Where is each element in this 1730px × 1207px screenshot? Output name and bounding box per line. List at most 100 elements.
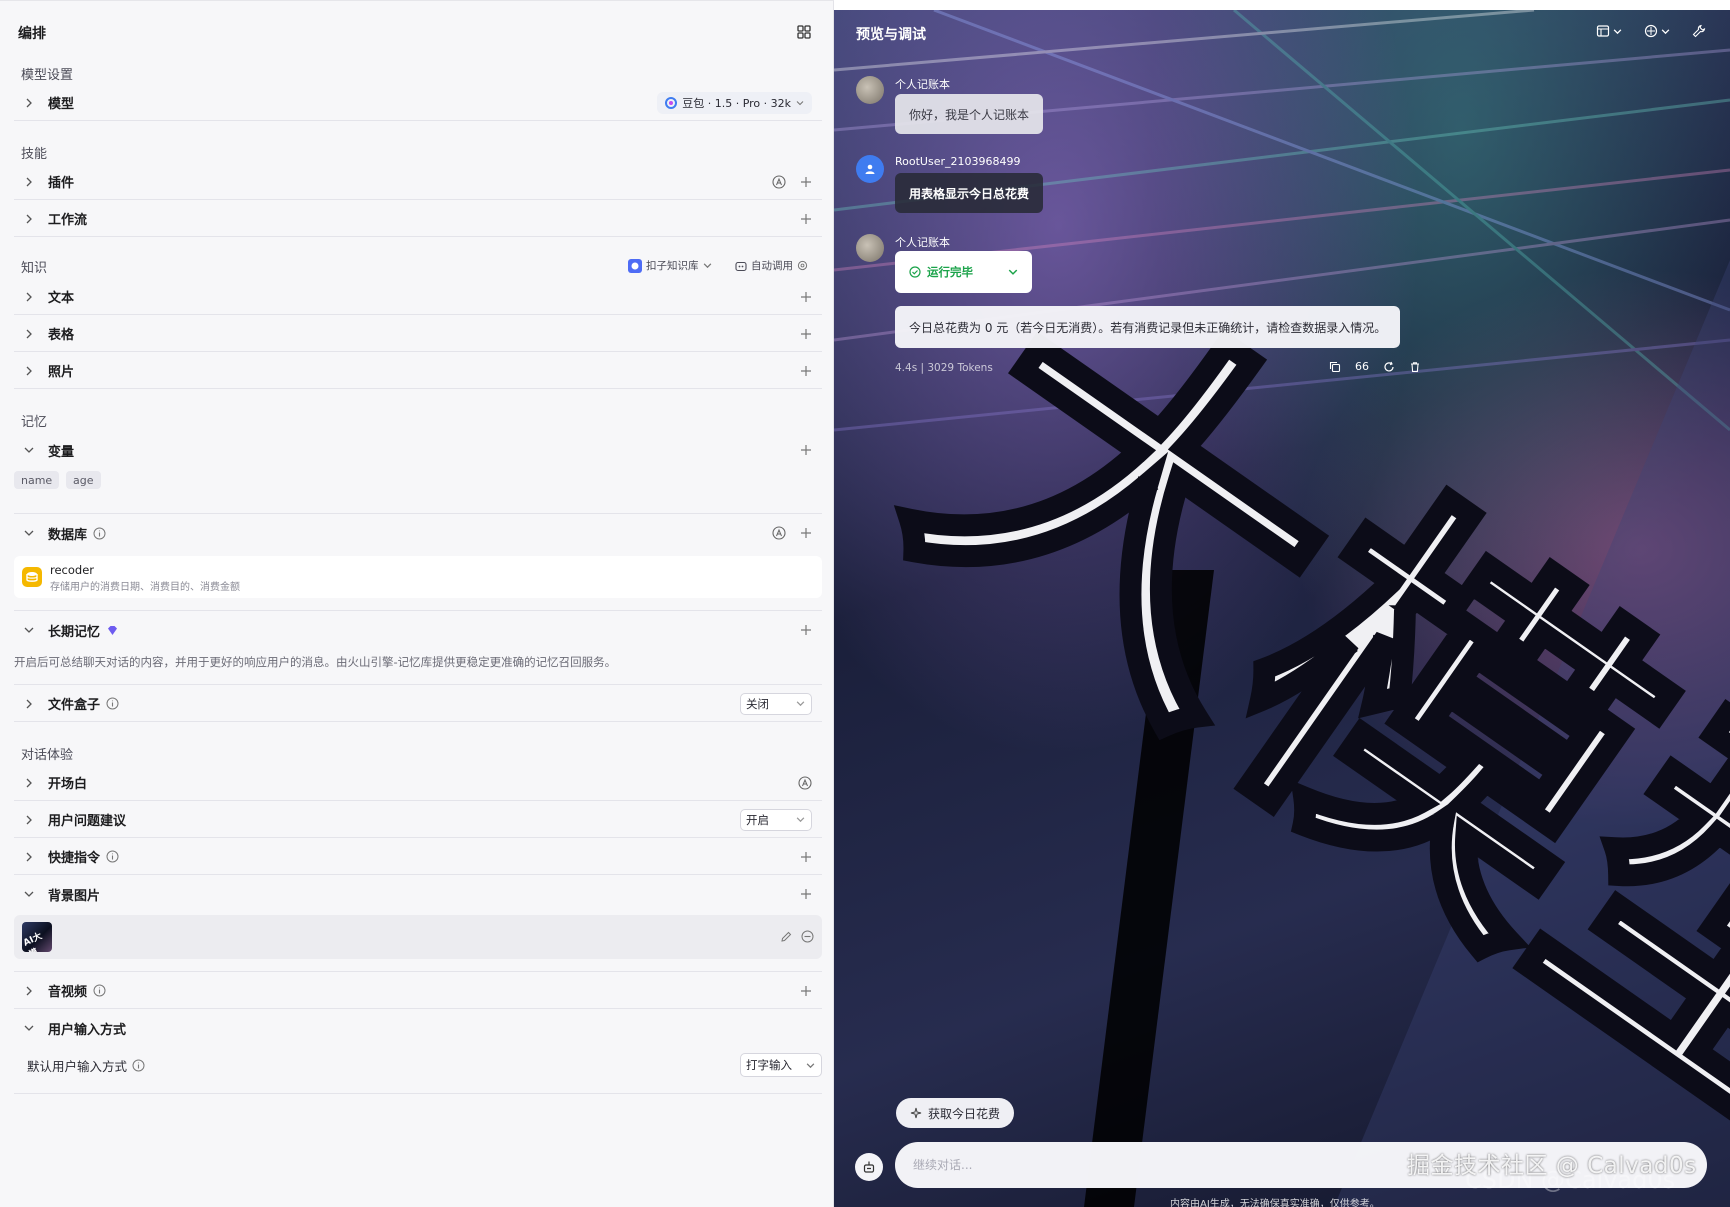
auto-a-icon[interactable]: [772, 174, 786, 189]
chevron-down-icon[interactable]: [22, 887, 36, 901]
settings-icon[interactable]: [797, 260, 808, 271]
panel-title: 编排: [18, 26, 46, 42]
database-name: recoder: [50, 563, 95, 577]
chevron-right-icon[interactable]: [22, 813, 36, 827]
divider: [14, 971, 822, 972]
layout-grid-icon[interactable]: [797, 25, 811, 39]
variable-tag[interactable]: age: [66, 471, 101, 489]
input-method-select[interactable]: 打字输入: [740, 1053, 822, 1077]
plus-icon[interactable]: [800, 527, 812, 539]
auto-a-icon[interactable]: [772, 526, 786, 540]
suggestions-select[interactable]: 开启: [740, 808, 812, 831]
user-icon: [865, 164, 875, 174]
layout-menu[interactable]: [1596, 24, 1622, 38]
plus-icon[interactable]: [800, 291, 812, 303]
chevron-right-icon[interactable]: [22, 96, 36, 110]
chevron-down-icon[interactable]: [22, 623, 36, 637]
plus-icon[interactable]: [800, 888, 812, 900]
row-variable[interactable]: 变量: [14, 432, 822, 468]
background-image-item[interactable]: AI大模: [14, 915, 822, 959]
chevron-down-icon[interactable]: [22, 443, 36, 457]
chevron-down-icon[interactable]: [22, 1021, 36, 1035]
suggestion-chip[interactable]: 获取今日花费: [896, 1098, 1015, 1128]
plus-icon[interactable]: [800, 365, 812, 377]
knowledge-mode-select[interactable]: 自动调用: [735, 258, 808, 273]
info-icon[interactable]: [106, 697, 119, 710]
info-icon[interactable]: [93, 984, 106, 997]
plus-icon[interactable]: [800, 624, 812, 636]
debug-menu[interactable]: [1644, 24, 1670, 38]
row-opening[interactable]: 开场白: [14, 765, 822, 801]
chevron-right-icon[interactable]: [22, 984, 36, 998]
row-plugin[interactable]: 插件: [14, 164, 822, 200]
edit-icon[interactable]: [780, 930, 793, 943]
row-label: 长期记忆: [48, 624, 101, 640]
user-message-bubble: 用表格显示今日总花费: [895, 173, 1044, 213]
chevron-right-icon[interactable]: [22, 364, 36, 378]
divider: [14, 1093, 822, 1094]
plus-icon[interactable]: [800, 851, 812, 863]
row-model[interactable]: 模型 豆包 · 1.5 · Pro · 32k: [14, 85, 822, 121]
quote-count[interactable]: 66: [1355, 360, 1369, 373]
wrench-icon[interactable]: [1692, 24, 1706, 38]
chevron-right-icon[interactable]: [22, 212, 36, 226]
row-long-memory[interactable]: 长期记忆: [14, 612, 822, 648]
model-chip-label: 豆包 · 1.5 · Pro · 32k: [682, 96, 791, 110]
row-audio-video[interactable]: 音视频: [14, 973, 822, 1009]
message-sender: 个人记账本: [895, 236, 950, 249]
chevron-right-icon[interactable]: [22, 327, 36, 341]
database-item[interactable]: recoder 存储用户的消费日期、消费目的、消费金额: [14, 556, 822, 598]
remove-icon[interactable]: [801, 930, 814, 943]
row-suggestions[interactable]: 用户问题建议 开启: [14, 802, 822, 838]
model-selector[interactable]: 豆包 · 1.5 · Pro · 32k: [657, 91, 812, 114]
row-text[interactable]: 文本: [14, 279, 822, 315]
plus-icon[interactable]: [800, 176, 812, 188]
broom-icon: [863, 1161, 875, 1173]
clear-context-button[interactable]: [855, 1153, 883, 1181]
knowledge-source-select[interactable]: 扣子知识库: [628, 258, 712, 273]
default-input-method-label: 默认用户输入方式: [27, 1056, 145, 1075]
row-input-method[interactable]: 用户输入方式: [14, 1010, 822, 1046]
copy-icon[interactable]: [1329, 361, 1341, 373]
database-icon: [22, 567, 42, 587]
info-icon[interactable]: [132, 1059, 145, 1072]
background-thumbnail: AI大模: [22, 922, 52, 952]
bot-avatar: [856, 234, 884, 262]
plus-icon[interactable]: [800, 985, 812, 997]
row-shortcuts[interactable]: 快捷指令: [14, 839, 822, 875]
auto-a-icon[interactable]: [798, 775, 812, 790]
default-input-method-text: 默认用户输入方式: [27, 1059, 128, 1074]
row-background[interactable]: 背景图片: [14, 876, 822, 912]
chevron-down-icon[interactable]: [22, 526, 36, 540]
row-file-box[interactable]: 文件盒子 关闭: [14, 686, 822, 722]
select-value: 开启: [746, 812, 769, 827]
variable-tag[interactable]: name: [14, 471, 60, 489]
row-label: 模型: [48, 97, 75, 112]
coze-logo-icon: [628, 258, 642, 273]
row-photo[interactable]: 照片: [14, 353, 822, 389]
plus-icon[interactable]: [800, 213, 812, 225]
check-circle-icon: [909, 266, 921, 278]
chevron-right-icon[interactable]: [22, 850, 36, 864]
chevron-right-icon[interactable]: [22, 697, 36, 711]
row-table[interactable]: 表格: [14, 316, 822, 352]
info-icon[interactable]: [93, 527, 106, 540]
group-title-memory: 记忆: [21, 415, 48, 430]
bug-icon: [1644, 24, 1658, 38]
run-status-dropdown[interactable]: 运行完毕: [895, 251, 1032, 293]
info-icon[interactable]: [106, 850, 119, 863]
regenerate-icon[interactable]: [1383, 361, 1395, 373]
file-box-select[interactable]: 关闭: [740, 692, 812, 715]
chevron-right-icon[interactable]: [22, 175, 36, 189]
delete-icon[interactable]: [1409, 361, 1421, 373]
plus-icon[interactable]: [800, 328, 812, 340]
row-label: 文件盒子: [48, 698, 101, 713]
row-workflow[interactable]: 工作流: [14, 201, 822, 237]
knowledge-source-label: 扣子知识库: [646, 260, 699, 272]
chevron-right-icon[interactable]: [22, 776, 36, 790]
row-label: 文本: [48, 291, 75, 306]
row-label: 变量: [48, 444, 75, 460]
chevron-right-icon[interactable]: [22, 290, 36, 304]
plus-icon[interactable]: [800, 444, 812, 456]
row-database[interactable]: 数据库: [14, 515, 822, 551]
